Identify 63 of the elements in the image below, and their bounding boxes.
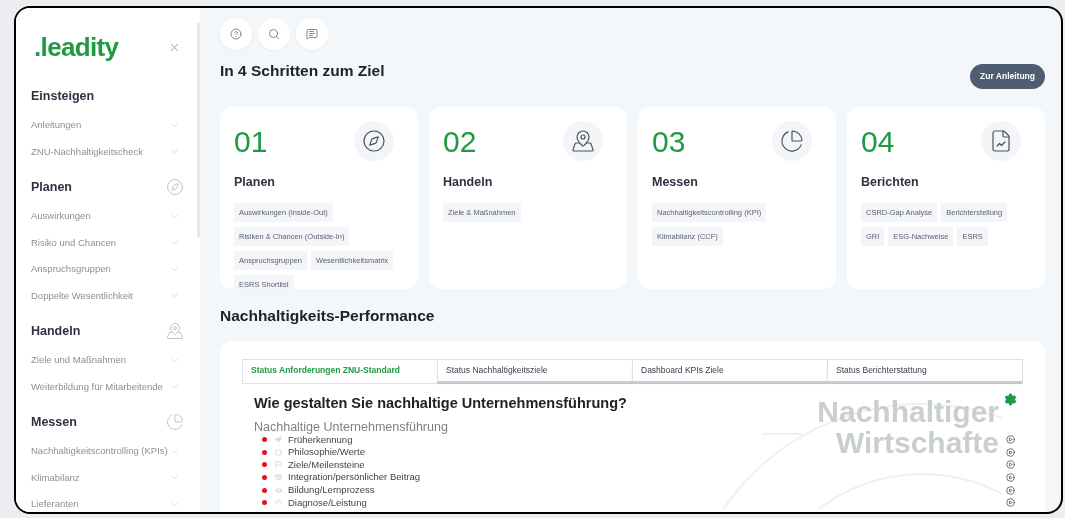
sidebar-item[interactable]: Anleitungen [31, 112, 186, 139]
criterion-link[interactable]: Integration/persönlicher Beitrag [288, 470, 421, 485]
step-title: Berichten [861, 173, 920, 191]
sidebar-item[interactable]: Risiko und Chancen [31, 229, 186, 256]
section-title: Einsteigen [31, 87, 95, 105]
sidebar-item[interactable]: Klimabilanz [31, 464, 186, 491]
compass-icon [362, 128, 386, 153]
handshake-icon [275, 474, 282, 482]
search-icon [268, 28, 280, 40]
group-title: Nachhaltige Unternehmensführung [254, 419, 448, 434]
tab[interactable]: Status Berichterstattung [827, 360, 1022, 383]
sidebar-item[interactable]: Auswirkungen [31, 203, 186, 230]
criterion-link[interactable]: Bildung/Lernprozess [288, 483, 375, 498]
route-pin-icon [166, 322, 184, 340]
route-pin-icon [571, 128, 595, 153]
step-title: Messen [652, 173, 699, 191]
step-number: 04 [861, 126, 895, 157]
flag-icon [275, 461, 282, 469]
help-button[interactable] [220, 18, 252, 50]
settings-icon[interactable] [1004, 392, 1017, 406]
step-number: 02 [443, 126, 477, 157]
chat-icon [306, 28, 318, 40]
play-icon[interactable] [1006, 498, 1015, 508]
criterion-link[interactable]: Diagnose/Leistung [288, 495, 367, 510]
circle-icon [275, 448, 282, 456]
criterion-link[interactable]: Ziele/Meilensteine [288, 457, 365, 473]
sidebar-item[interactable]: Lieferanten [31, 491, 186, 512]
step-title: Planen [234, 173, 276, 191]
sidebar-item[interactable]: ZNU-Nachhaltigkeitscheck [31, 138, 186, 165]
guide-button[interactable]: Zur Anleitung [970, 64, 1045, 89]
sidebar-item[interactable]: Anspruchsgruppen [31, 256, 186, 283]
graduation-cap-icon [275, 486, 282, 494]
sidebar-item[interactable]: Weiterbildung für Mitarbeitende [31, 373, 186, 400]
step-number: 03 [652, 126, 686, 157]
step-number: 01 [234, 126, 268, 157]
play-icon[interactable] [1006, 447, 1015, 457]
compass-icon [166, 178, 184, 196]
help-icon [230, 28, 242, 40]
sidebar-item[interactable]: Ziele und Maßnahmen [31, 347, 186, 374]
section-heading: In 4 Schritten zum Ziel [220, 60, 385, 81]
pie-chart-icon [780, 128, 804, 153]
section-title: Messen [31, 413, 77, 431]
play-icon[interactable] [1006, 435, 1015, 445]
gauge-icon [275, 499, 282, 507]
criterion-link[interactable]: Philosophie/Werte [288, 445, 365, 460]
play-icon[interactable] [1006, 485, 1015, 495]
play-icon[interactable] [1006, 460, 1015, 470]
tab[interactable]: Dashboard KPIs Ziele [632, 360, 827, 383]
question-heading: Wie gestalten Sie nachhaltige Unternehmensführung? [254, 393, 627, 413]
section-heading: Nachhaltigkeits-Performance [220, 305, 436, 326]
section-title: Handeln [31, 322, 81, 340]
document-chart-icon [989, 128, 1013, 153]
play-icon[interactable] [1006, 473, 1015, 483]
feedback-button[interactable] [296, 18, 328, 50]
step-title: Handeln [443, 173, 494, 191]
tab[interactable]: Status Nachhaltigkeitsziele [437, 360, 632, 383]
search-button[interactable] [258, 18, 290, 50]
sidebar-item[interactable]: Doppelte Wesentlichkeit [31, 282, 186, 309]
pie-chart-icon [166, 413, 184, 431]
section-title: Planen [31, 178, 72, 196]
logo: .leadity [34, 34, 119, 60]
sidebar-item[interactable]: Nachhaltigkeitscontrolling (KPIs) [31, 438, 186, 465]
telescope-icon [275, 436, 282, 444]
